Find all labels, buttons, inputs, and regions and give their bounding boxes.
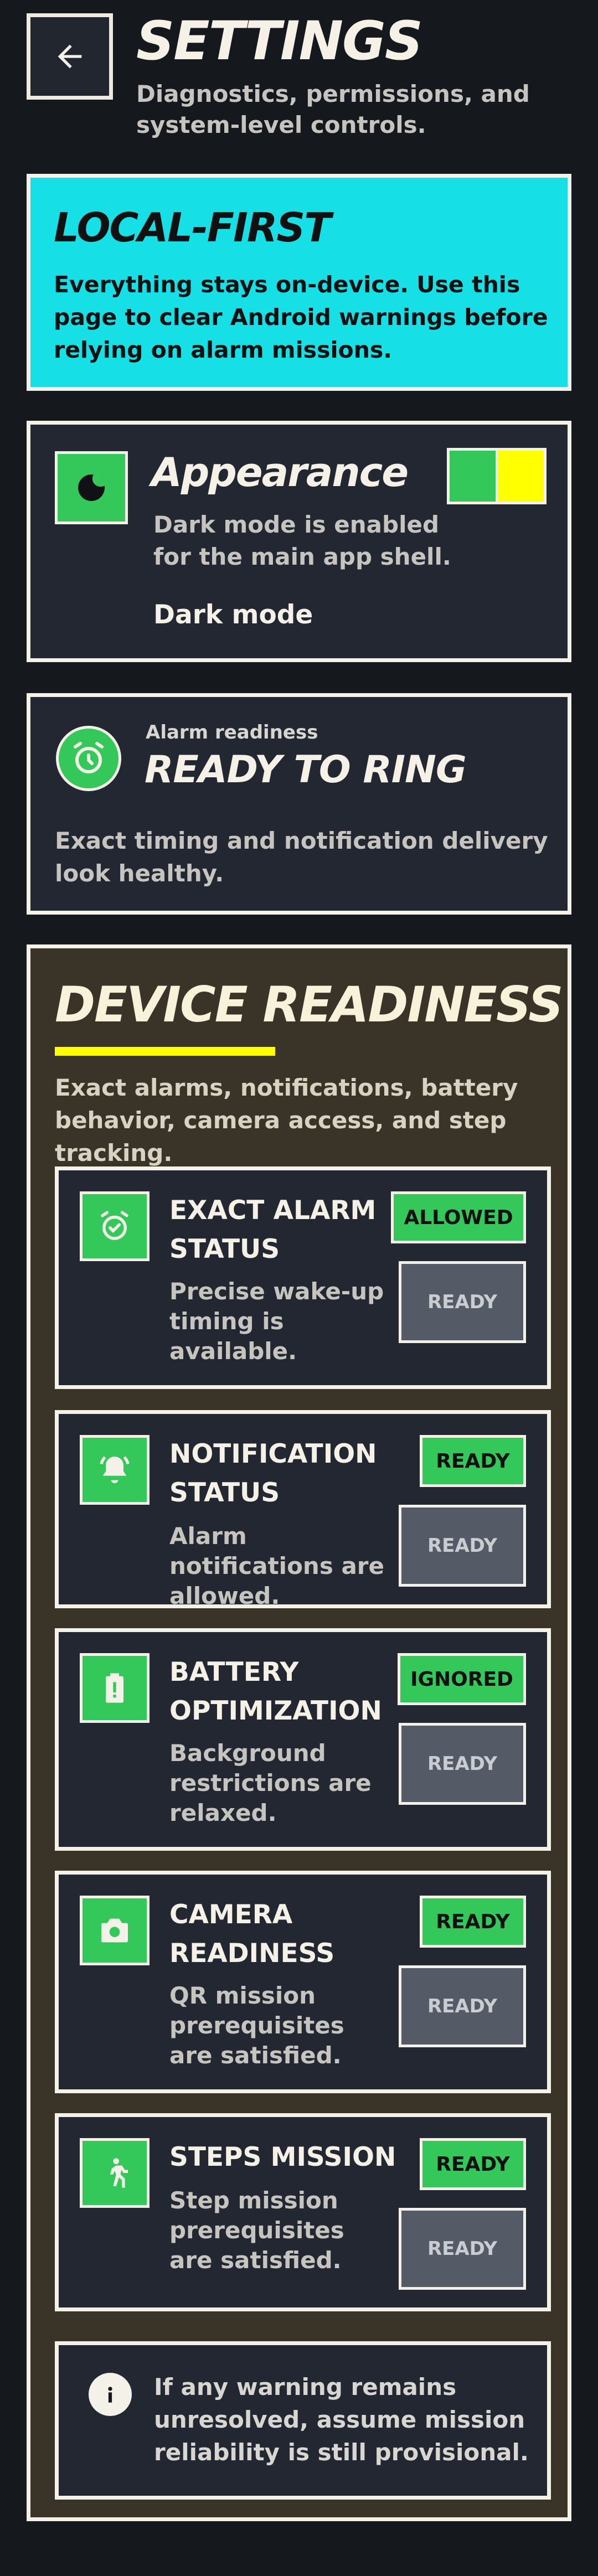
battery-optimization-item: BATTERY OPTIMIZATION Background restrict… bbox=[55, 1628, 551, 1851]
notification-status-item: NOTIFICATION STATUS Alarm notifications … bbox=[55, 1410, 551, 1609]
device-readiness-title: DEVICE READINESS bbox=[55, 976, 563, 1033]
item-description: Background restrictions are relaxed. bbox=[169, 1739, 372, 1826]
device-readiness-description: Exact alarms, notifications, battery beh… bbox=[55, 1074, 518, 1166]
item-title: EXACT ALARM STATUS bbox=[169, 1195, 377, 1264]
camera-readiness-item: CAMERA READINESS QR mission prerequisite… bbox=[55, 1871, 551, 2093]
exact-alarm-status-item: EXACT ALARM STATUS Precise wake-up timin… bbox=[55, 1166, 551, 1389]
item-icon-box bbox=[80, 1191, 150, 1261]
appearance-title: Appearance bbox=[151, 449, 409, 495]
battery-alert-icon bbox=[106, 1673, 123, 1703]
ready-button[interactable]: READY bbox=[399, 2208, 526, 2290]
item-icon-box bbox=[80, 2138, 150, 2208]
item-description: QR mission prerequisites are satisfied. bbox=[169, 1982, 344, 2069]
alarm-readiness-icon-circle bbox=[56, 726, 121, 791]
yellow-swatch bbox=[498, 451, 544, 502]
theme-swatch-toggle[interactable] bbox=[447, 448, 547, 504]
item-title: CAMERA READINESS bbox=[169, 1899, 335, 1969]
appearance-description: Dark mode is enabled for the main app sh… bbox=[153, 511, 451, 570]
appearance-card[interactable]: Appearance Dark mode is enabled for the … bbox=[27, 421, 571, 662]
local-first-card: LOCAL-FIRST Everything stays on-device. … bbox=[27, 174, 571, 391]
ready-button[interactable]: READY bbox=[399, 1965, 526, 2047]
alarm-readiness-eyebrow: Alarm readiness bbox=[146, 721, 318, 744]
ready-button[interactable]: READY bbox=[399, 1261, 526, 1343]
arrow-left-icon bbox=[58, 44, 82, 69]
alarm-check-icon bbox=[101, 1211, 128, 1240]
item-description: Step mission prerequisites are satisfied… bbox=[169, 2187, 344, 2274]
header: SETTINGS Diagnostics, permissions, and s… bbox=[27, 10, 571, 146]
item-description: Precise wake-up timing is available. bbox=[169, 1278, 384, 1365]
item-description: Alarm notifications are allowed. bbox=[169, 1522, 384, 1609]
item-title: NOTIFICATION STATUS bbox=[169, 1439, 377, 1508]
title-underline bbox=[55, 1047, 275, 1056]
appearance-icon-box bbox=[55, 451, 128, 524]
moon-icon bbox=[78, 474, 105, 501]
bell-ring-icon bbox=[100, 1456, 130, 1484]
local-first-text: Everything stays on-device. Use this pag… bbox=[54, 271, 548, 363]
alarm-readiness-title: READY TO RING bbox=[145, 748, 467, 792]
alarm-clock-icon bbox=[74, 742, 104, 773]
item-icon-box bbox=[80, 1435, 150, 1505]
page-subtitle: Diagnostics, permissions, and system-lev… bbox=[136, 80, 530, 138]
status-badge: IGNORED bbox=[398, 1653, 526, 1705]
alarm-readiness-card: Alarm readiness READY TO RING Exact timi… bbox=[27, 693, 571, 915]
green-swatch bbox=[450, 451, 498, 502]
local-first-title: LOCAL-FIRST bbox=[54, 204, 331, 251]
item-title: BATTERY OPTIMIZATION bbox=[169, 1657, 382, 1726]
back-button[interactable] bbox=[27, 13, 113, 100]
item-icon-box bbox=[80, 1653, 150, 1723]
ready-button[interactable]: READY bbox=[399, 1723, 526, 1805]
info-text: If any warning remains unresolved, assum… bbox=[154, 2373, 529, 2466]
device-readiness-section: DEVICE READINESS Exact alarms, notificat… bbox=[27, 944, 571, 2521]
status-badge: READY bbox=[420, 1435, 526, 1487]
item-title: STEPS MISSION bbox=[169, 2142, 396, 2172]
camera-icon bbox=[101, 1918, 128, 1943]
info-box: If any warning remains unresolved, assum… bbox=[55, 2341, 551, 2500]
ready-button[interactable]: READY bbox=[399, 1505, 526, 1587]
info-icon bbox=[89, 2373, 132, 2416]
status-badge: READY bbox=[420, 1896, 526, 1948]
item-icon-box bbox=[80, 1896, 150, 1965]
alarm-readiness-description: Exact timing and notification delivery l… bbox=[55, 827, 548, 887]
page-title: SETTINGS bbox=[136, 10, 423, 72]
status-badge: READY bbox=[420, 2138, 526, 2190]
walking-icon bbox=[110, 2158, 128, 2188]
steps-mission-item: STEPS MISSION Step mission prerequisites… bbox=[55, 2113, 551, 2311]
status-badge: ALLOWED bbox=[391, 1191, 526, 1243]
dark-mode-label: Dark mode bbox=[153, 600, 313, 630]
